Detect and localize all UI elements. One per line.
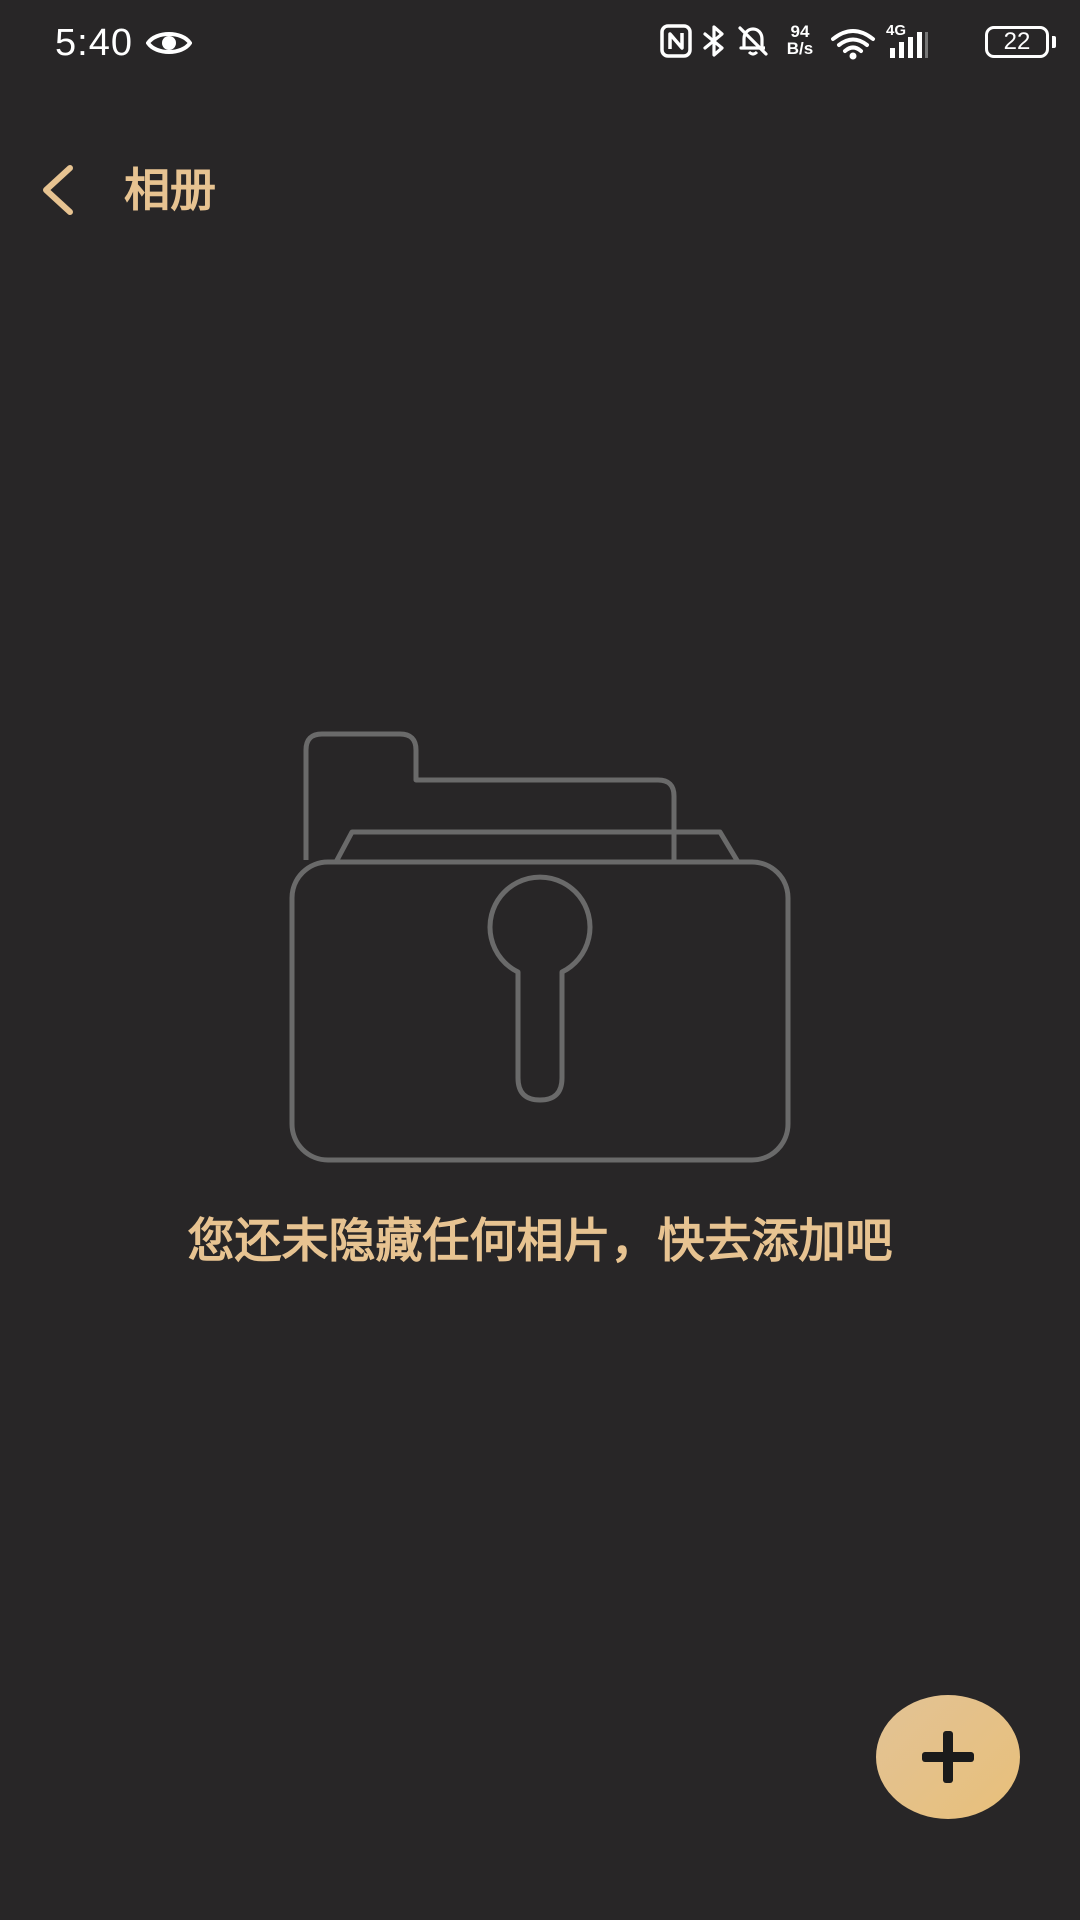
- net-speed: 94 B/s: [778, 23, 822, 57]
- add-photo-button[interactable]: [876, 1695, 1020, 1819]
- battery-nub: [1052, 36, 1056, 48]
- net-speed-value: 94: [790, 22, 810, 41]
- battery-icon: 22: [985, 26, 1049, 58]
- nfc-icon: [660, 24, 692, 58]
- status-bar: 5:40 94 B/s 4G 22: [0, 0, 1080, 90]
- status-icons: 94 B/s 4G 22: [660, 0, 1080, 90]
- battery-level: 22: [1003, 28, 1031, 55]
- empty-state-message: 您还未隐藏任何相片，快去添加吧: [187, 1214, 893, 1269]
- locked-folder-icon: [289, 731, 791, 1163]
- mute-icon: [738, 26, 768, 56]
- eye-icon: [146, 32, 192, 54]
- signal-icon: [890, 32, 928, 58]
- back-button[interactable]: [30, 160, 90, 220]
- bluetooth-icon: [703, 25, 724, 57]
- plus-icon: [922, 1731, 974, 1783]
- status-time: 5:40: [55, 22, 133, 64]
- net-speed-unit: B/s: [786, 39, 814, 58]
- wifi-icon: [831, 29, 875, 60]
- page-title: 相册: [124, 163, 216, 217]
- chevron-left-icon: [43, 165, 73, 215]
- header: 相册: [0, 140, 1080, 240]
